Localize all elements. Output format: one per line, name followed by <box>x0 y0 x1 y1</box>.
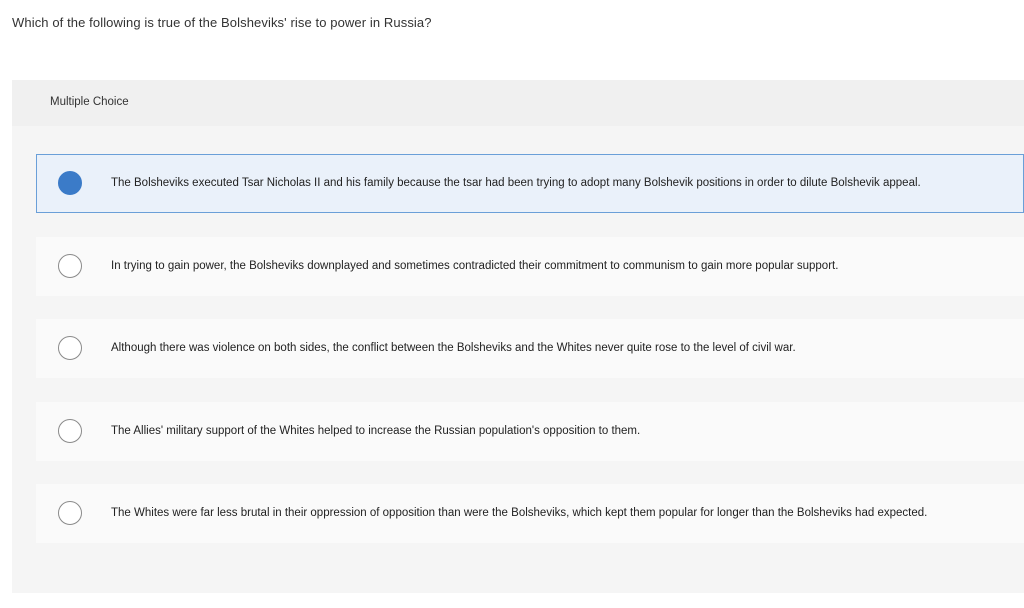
question-text: Which of the following is true of the Bo… <box>12 15 432 30</box>
answer-option-text: The Whites were far less brutal in their… <box>111 507 928 519</box>
answer-option-2[interactable]: In trying to gain power, the Bolsheviks … <box>36 237 1024 296</box>
answer-option-1[interactable]: The Bolsheviks executed Tsar Nicholas II… <box>36 154 1024 213</box>
answer-option-text: The Allies' military support of the Whit… <box>111 425 641 437</box>
answer-option-4[interactable]: The Allies' military support of the Whit… <box>36 402 1024 461</box>
multiple-choice-panel: Multiple Choice The Bolsheviks executed … <box>12 80 1024 593</box>
radio-unselected-icon[interactable] <box>58 501 82 525</box>
answer-option-3[interactable]: Although there was violence on both side… <box>36 319 1024 378</box>
radio-selected-icon[interactable] <box>58 171 82 195</box>
answer-option-5[interactable]: The Whites were far less brutal in their… <box>36 484 1024 543</box>
radio-unselected-icon[interactable] <box>58 336 82 360</box>
answer-option-text: Although there was violence on both side… <box>111 342 796 354</box>
radio-unselected-icon[interactable] <box>58 254 82 278</box>
radio-unselected-icon[interactable] <box>58 419 82 443</box>
answer-option-text: In trying to gain power, the Bolsheviks … <box>111 260 839 272</box>
answer-option-text: The Bolsheviks executed Tsar Nicholas II… <box>111 177 921 189</box>
question-type-label: Multiple Choice <box>50 96 129 108</box>
panel-header: Multiple Choice <box>12 80 1024 126</box>
